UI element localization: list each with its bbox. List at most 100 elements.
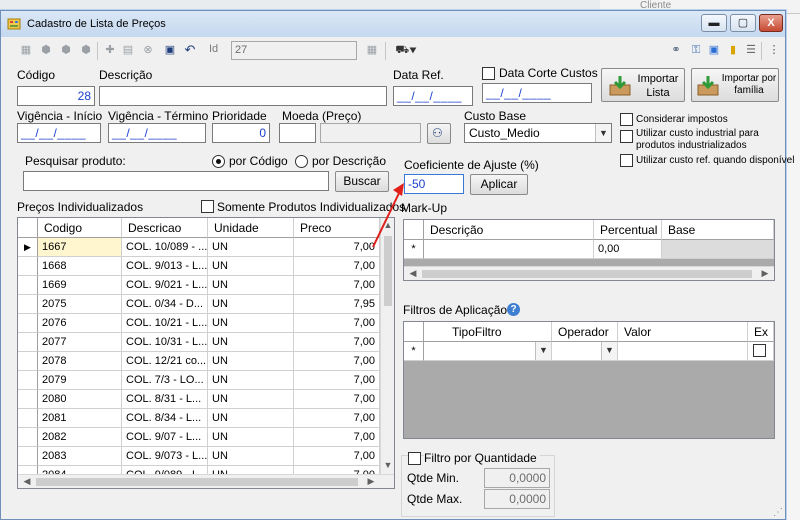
precos-cell[interactable]: UN bbox=[208, 428, 294, 447]
resize-grip-icon[interactable]: ⋰ bbox=[773, 507, 783, 518]
coeficiente-field[interactable]: -50 bbox=[404, 174, 464, 194]
precos-cell[interactable]: COL. 9/021 - L... bbox=[122, 276, 208, 295]
help-icon[interactable]: ? bbox=[507, 303, 520, 316]
markup-col-header[interactable]: Base bbox=[662, 220, 774, 240]
precos-cell[interactable]: UN bbox=[208, 333, 294, 352]
filtro-quantidade-checkbox[interactable] bbox=[408, 452, 421, 465]
precos-cell[interactable]: UN bbox=[208, 390, 294, 409]
markup-hscroll-thumb[interactable] bbox=[422, 270, 752, 278]
precos-col-header[interactable]: Preco bbox=[294, 218, 380, 238]
importar-familia-button[interactable]: Importar por família bbox=[691, 68, 779, 102]
precos-cell[interactable]: COL. 10/31 - L... bbox=[122, 333, 208, 352]
precos-cell[interactable]: UN bbox=[208, 238, 294, 257]
custo-industrial-checkbox[interactable] bbox=[620, 130, 633, 143]
markup-col-header[interactable]: Descrição bbox=[424, 220, 594, 240]
precos-cell[interactable]: UN bbox=[208, 314, 294, 333]
row-header[interactable] bbox=[18, 428, 38, 447]
precos-cell[interactable]: 7,00 bbox=[294, 390, 380, 409]
ex-checkbox[interactable] bbox=[753, 344, 766, 357]
precos-cell[interactable]: 7,95 bbox=[294, 295, 380, 314]
operador-combo[interactable]: ▼ bbox=[552, 342, 618, 361]
precos-cell[interactable]: 2078 bbox=[38, 352, 122, 371]
new-record-icon[interactable]: ▦ bbox=[19, 43, 33, 57]
precos-cell[interactable]: 2083 bbox=[38, 447, 122, 466]
precos-cell[interactable]: UN bbox=[208, 352, 294, 371]
custo-base-select[interactable]: Custo_Medio ▼ bbox=[464, 123, 612, 143]
markup-percentual-cell[interactable]: 0,00 bbox=[594, 240, 662, 259]
minimize-button[interactable]: ▬ bbox=[701, 14, 727, 32]
precos-horizontal-scrollbar[interactable]: ◀ ▶ bbox=[18, 474, 394, 488]
precos-cell[interactable]: 2080 bbox=[38, 390, 122, 409]
precos-col-header[interactable]: Codigo bbox=[38, 218, 122, 238]
row-header[interactable] bbox=[18, 333, 38, 352]
precos-cell[interactable]: COL. 10/089 - ... bbox=[122, 238, 208, 257]
maximize-button[interactable]: ▢ bbox=[730, 14, 756, 32]
note-icon[interactable]: ▮ bbox=[726, 43, 740, 57]
precos-cell[interactable]: 1668 bbox=[38, 257, 122, 276]
row-header[interactable] bbox=[18, 390, 38, 409]
save-icon[interactable]: ▣ bbox=[163, 43, 177, 57]
somente-individualizados-checkbox[interactable] bbox=[201, 200, 214, 213]
row-header[interactable] bbox=[18, 314, 38, 333]
precos-col-header[interactable]: Descricao bbox=[122, 218, 208, 238]
por-descricao-radio[interactable] bbox=[295, 155, 308, 168]
filtros-col-header[interactable]: Operador bbox=[552, 322, 618, 342]
precos-vertical-scrollbar[interactable]: ▲ ▼ bbox=[380, 218, 394, 474]
add-icon[interactable]: ✚ bbox=[103, 43, 117, 57]
row-header[interactable] bbox=[18, 447, 38, 466]
precos-cell[interactable]: COL. 8/34 - L... bbox=[122, 409, 208, 428]
filtros-col-header[interactable]: Ex bbox=[748, 322, 774, 342]
row-header[interactable] bbox=[18, 371, 38, 390]
precos-cell[interactable]: 7,00 bbox=[294, 352, 380, 371]
precos-cell[interactable]: UN bbox=[208, 276, 294, 295]
precos-cell[interactable]: UN bbox=[208, 447, 294, 466]
link-icon[interactable]: ⚭ bbox=[669, 43, 683, 57]
moeda-search-button[interactable]: ⚇ bbox=[427, 123, 451, 144]
row-header[interactable] bbox=[18, 409, 38, 428]
menu-icon[interactable]: ⋮ bbox=[767, 43, 781, 57]
precos-cell[interactable]: 7,00 bbox=[294, 333, 380, 352]
precos-cell[interactable]: 7,00 bbox=[294, 238, 380, 257]
precos-cell[interactable]: 7,00 bbox=[294, 409, 380, 428]
precos-cell[interactable]: UN bbox=[208, 371, 294, 390]
precos-cell[interactable]: COL. 8/31 - L... bbox=[122, 390, 208, 409]
precos-cell[interactable]: 1669 bbox=[38, 276, 122, 295]
aplicar-button[interactable]: Aplicar bbox=[470, 174, 528, 195]
precos-cell[interactable]: COL. 10/21 - L... bbox=[122, 314, 208, 333]
considerar-impostos-checkbox[interactable] bbox=[620, 113, 633, 126]
markup-base-cell[interactable] bbox=[662, 240, 774, 259]
markup-descricao-cell[interactable] bbox=[424, 240, 594, 259]
list-icon[interactable]: ☰ bbox=[744, 43, 758, 57]
precos-grid[interactable]: Codigo Descricao Unidade Preco ▶ 1667 COL.… bbox=[17, 217, 395, 489]
moeda-code-field[interactable] bbox=[279, 123, 316, 143]
data-corte-checkbox[interactable] bbox=[482, 67, 495, 80]
calculator-icon[interactable]: ▦ bbox=[365, 43, 379, 57]
print-icon[interactable]: ⬢ bbox=[79, 43, 93, 57]
scroll-left-icon[interactable]: ◀ bbox=[20, 476, 34, 487]
precos-cell[interactable]: 2079 bbox=[38, 371, 122, 390]
title-bar[interactable]: Cadastro de Lista de Preços ▬ ▢ X bbox=[1, 11, 785, 37]
row-header[interactable] bbox=[18, 352, 38, 371]
custo-ref-checkbox[interactable] bbox=[620, 154, 633, 167]
data-corte-field[interactable]: __/__/____ bbox=[482, 83, 592, 103]
pesquisar-input[interactable] bbox=[23, 171, 329, 191]
row-header[interactable] bbox=[18, 295, 38, 314]
precos-cell[interactable]: 7,00 bbox=[294, 371, 380, 390]
codigo-field[interactable]: 28 bbox=[17, 86, 95, 106]
precos-cell[interactable]: UN bbox=[208, 257, 294, 276]
close-button[interactable]: X bbox=[759, 14, 783, 32]
precos-cell[interactable]: COL. 9/013 - L... bbox=[122, 257, 208, 276]
precos-cell[interactable]: COL. 12/21 co... bbox=[122, 352, 208, 371]
precos-cell[interactable]: 2081 bbox=[38, 409, 122, 428]
importar-lista-button[interactable]: Importar Lista bbox=[601, 68, 685, 102]
filtros-grid[interactable]: TipoFiltro Operador Valor Ex * ▼ ▼ bbox=[403, 321, 775, 439]
precos-cell[interactable]: 2077 bbox=[38, 333, 122, 352]
precos-cell[interactable]: 7,00 bbox=[294, 257, 380, 276]
precos-cell[interactable]: 7,00 bbox=[294, 314, 380, 333]
precos-cell[interactable]: 2076 bbox=[38, 314, 122, 333]
precos-cell[interactable]: COL. 9/073 - L... bbox=[122, 447, 208, 466]
help-toolbar-icon[interactable]: ▣ bbox=[707, 43, 721, 57]
current-row-indicator[interactable]: ▶ bbox=[18, 238, 38, 257]
filtros-col-header[interactable]: Valor bbox=[618, 322, 748, 342]
edit-icon[interactable]: ⬢ bbox=[59, 43, 73, 57]
